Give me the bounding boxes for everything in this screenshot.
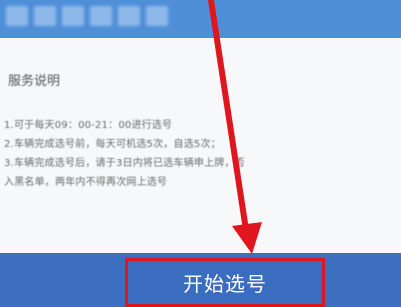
header-banner — [0, 0, 401, 38]
blurred-header-text — [118, 6, 140, 26]
start-selection-button[interactable]: 开始选号 — [125, 258, 325, 307]
rule-line-1: 1.可于每天09：00-21：00进行选号 — [4, 120, 173, 131]
blurred-header-text — [34, 6, 56, 26]
service-info-title: 服务说明 — [8, 74, 61, 89]
rule-line-2: 2.车辆完成选号前，每天可机选5次，自选5次； — [4, 139, 221, 150]
rule-line-4: 入黑名单，两年内不得再次网上选号 — [4, 177, 168, 188]
blurred-header-text — [90, 6, 112, 26]
blurred-header-text — [6, 6, 28, 26]
blurred-header-text — [62, 6, 84, 26]
blurred-header-text — [146, 6, 168, 26]
rule-line-3: 3.车辆完成选号后，请于3日内将已选车辆申上牌，否 — [4, 158, 245, 169]
